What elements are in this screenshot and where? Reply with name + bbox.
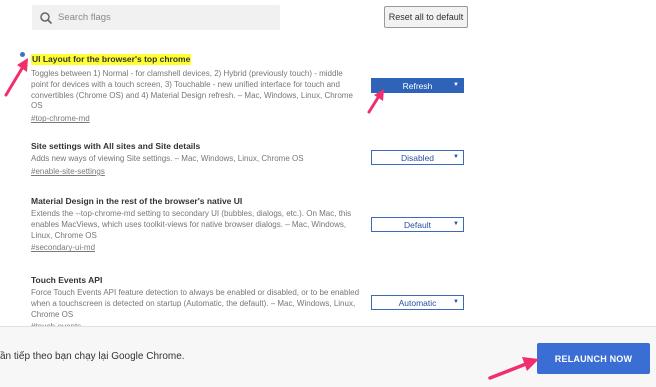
flag-title: Material Design in the rest of the brows… [31, 196, 243, 206]
flag-select-enable-site-settings[interactable]: Disabled ▼ [371, 150, 464, 165]
flag-description: Toggles between 1) Normal - for clamshel… [31, 69, 353, 111]
select-value: Automatic [398, 297, 437, 308]
select-value: Disabled [400, 152, 435, 163]
flag-link[interactable]: #top-chrome-md [31, 113, 361, 124]
flag-item-enable-site-settings: Site settings with All sites and Site de… [31, 141, 361, 177]
relaunch-message: ần tiếp theo bạn chạy lại Google Chrome. [0, 351, 185, 362]
caret-down-icon: ▼ [453, 221, 459, 227]
flag-item-top-chrome-md: UI Layout for the browser's top chrome T… [31, 49, 361, 124]
flag-select-top-chrome-md[interactable]: Refresh ▼ [371, 78, 464, 93]
modified-indicator-dot [20, 52, 25, 57]
select-value: Refresh [402, 80, 433, 91]
relaunch-bar: ần tiếp theo bạn chạy lại Google Chrome.… [0, 326, 656, 387]
flag-link[interactable]: #enable-site-settings [31, 166, 361, 177]
flag-description: Force Touch Events API feature detection… [31, 288, 360, 319]
flag-description: Extends the --top-chrome-md setting to s… [31, 209, 352, 240]
flag-title: Touch Events API [31, 275, 103, 285]
caret-down-icon: ▼ [453, 299, 459, 305]
reset-all-button[interactable]: Reset all to default [384, 6, 468, 28]
search-icon [38, 10, 54, 26]
caret-down-icon: ▼ [453, 154, 459, 160]
relaunch-now-button[interactable]: RELAUNCH NOW [537, 343, 650, 374]
flag-item-secondary-ui-md: Material Design in the rest of the brows… [31, 196, 361, 253]
caret-down-icon: ▼ [453, 82, 459, 88]
search-input[interactable] [58, 12, 258, 23]
search-box[interactable] [32, 5, 280, 30]
flag-item-touch-events: Touch Events API Force Touch Events API … [31, 275, 361, 332]
flag-select-touch-events[interactable]: Automatic ▼ [371, 295, 464, 310]
select-value: Default [404, 219, 431, 230]
flag-description: Adds new ways of viewing Site settings. … [31, 154, 304, 163]
flag-title: UI Layout for the browser's top chrome [31, 54, 192, 65]
annotation-arrow-icon [4, 58, 28, 97]
flag-link[interactable]: #secondary-ui-md [31, 242, 361, 253]
flag-title: Site settings with All sites and Site de… [31, 141, 201, 151]
flag-select-secondary-ui-md[interactable]: Default ▼ [371, 217, 464, 232]
